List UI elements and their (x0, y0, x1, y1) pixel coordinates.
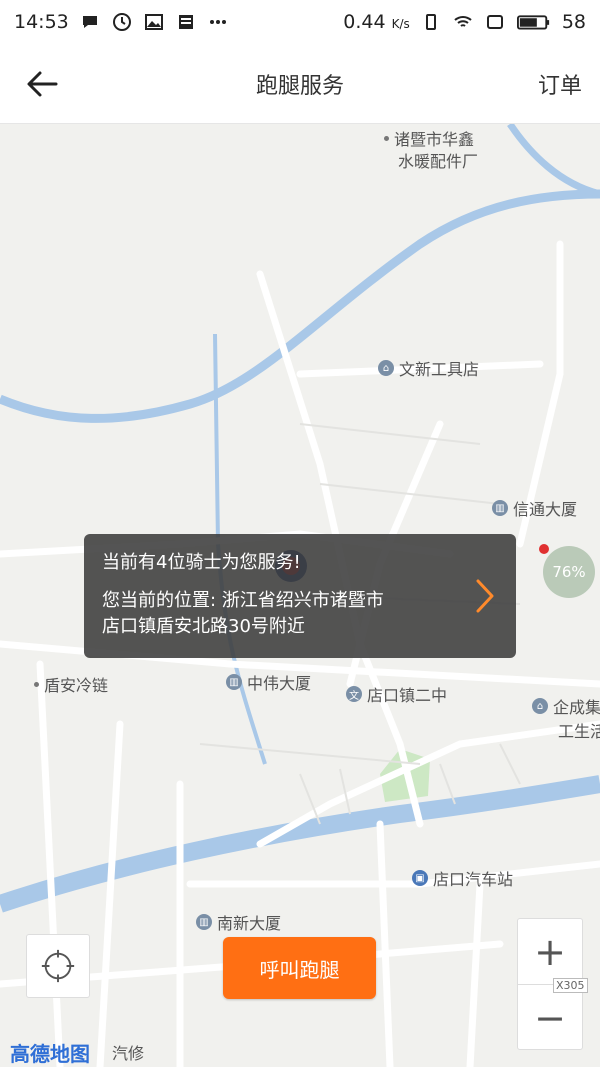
location-info-card[interactable]: 当前有4位骑士为您服务! 您当前的位置: 浙江省绍兴市诸暨市 店口镇盾安北路30… (84, 534, 516, 658)
building-pin-icon: ▥ (492, 500, 508, 516)
map-poi[interactable]: 水暖配件厂 (398, 148, 478, 172)
building-pin-icon: ▥ (226, 674, 242, 690)
wifi-icon (452, 11, 474, 33)
chevron-right-icon (476, 579, 494, 613)
image-icon (143, 11, 165, 33)
status-time: 14:53 (14, 11, 69, 33)
crosshair-icon (41, 949, 75, 983)
map-poi[interactable]: 诸暨市华鑫 (384, 126, 474, 150)
status-bar: 14:53 0.44 K/s 58 (0, 0, 600, 44)
network-speed: 0.44 K/s (343, 11, 410, 33)
building-pin-icon: ▥ (196, 914, 212, 930)
map-poi[interactable]: ▥ 中伟大厦 (226, 670, 311, 694)
poi-dot-icon (384, 135, 389, 141)
bus-pin-icon: ▣ (412, 870, 428, 886)
orders-link[interactable]: 订单 (538, 68, 582, 100)
home-pin-icon: ⌂ (532, 698, 548, 714)
map-poi[interactable]: ▥ 信通大厦 (492, 496, 577, 520)
map-poi[interactable]: 文 店口镇二中 (346, 682, 447, 706)
map-poi-label: 汽修 (112, 1044, 145, 1063)
call-runner-button[interactable]: 呼叫跑腿 (223, 937, 376, 999)
battery-icon (516, 11, 552, 33)
vibrate-icon (420, 11, 442, 33)
poi-dot-icon (34, 681, 39, 687)
clock-icon (111, 11, 133, 33)
news-icon (175, 11, 197, 33)
map-poi[interactable]: ▥ 南新大厦 (196, 910, 281, 934)
locate-button[interactable] (26, 934, 90, 998)
map-poi[interactable]: ⌂ 企成集 工生活 (532, 694, 600, 742)
coverage-bubble: 76% (543, 546, 595, 598)
map-poi[interactable]: ▣ 店口汽车站 (412, 866, 513, 890)
location-text-line1: 您当前的位置: 浙江省绍兴市诸暨市 (102, 590, 384, 611)
map-logo: 高德地图 (10, 1042, 90, 1066)
zoom-out-button[interactable]: − (518, 985, 582, 1050)
school-pin-icon: 文 (346, 686, 362, 702)
road-label: X305 (553, 978, 588, 993)
signal-icon (484, 11, 506, 33)
zoom-in-button[interactable]: + (518, 919, 582, 984)
more-icon (207, 11, 229, 33)
app-header: 跑腿服务 订单 (0, 44, 600, 124)
page-title: 跑腿服务 (255, 74, 344, 99)
battery-level: 58 (561, 11, 586, 33)
rider-count-text: 当前有4位骑士为您服务! (102, 552, 301, 573)
location-text-line2: 店口镇盾安北路30号附近 (102, 616, 305, 637)
shop-pin-icon: ⌂ (378, 360, 394, 376)
map-poi[interactable]: ⌂ 文新工具店 (378, 356, 479, 380)
map-poi[interactable]: 盾安冷链 (34, 672, 108, 696)
location-dot-icon (539, 544, 549, 554)
chat-icon (79, 11, 101, 33)
